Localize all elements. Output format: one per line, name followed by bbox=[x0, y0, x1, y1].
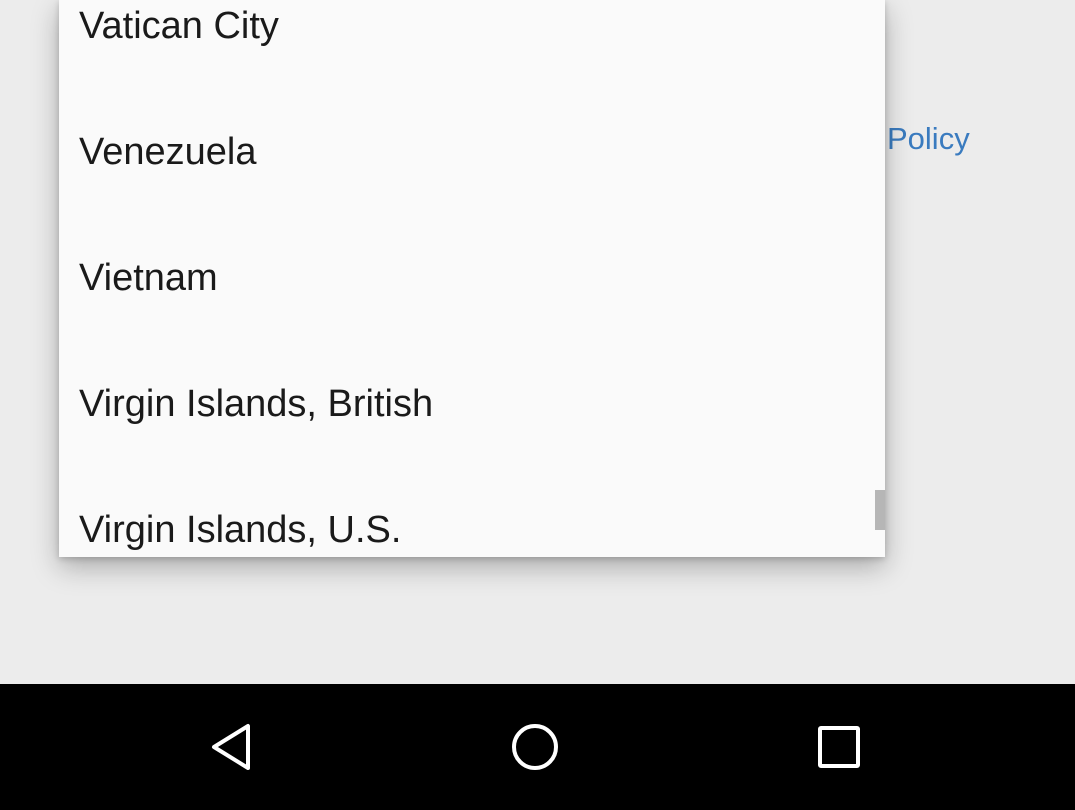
dropdown-item-virgin-islands-british[interactable]: Virgin Islands, British bbox=[59, 341, 859, 467]
triangle-back-icon bbox=[212, 724, 250, 770]
circle-home-icon bbox=[512, 724, 558, 770]
square-recents-icon bbox=[818, 726, 860, 768]
country-dropdown-list[interactable]: Vatican City Venezuela Vietnam Virgin Is… bbox=[59, 0, 885, 557]
dropdown-item-venezuela[interactable]: Venezuela bbox=[59, 89, 859, 215]
system-navigation-bar bbox=[0, 684, 1075, 810]
dropdown-item-virgin-islands-us[interactable]: Virgin Islands, U.S. bbox=[59, 467, 859, 557]
screen: Policy Vatican City Venezuela Vietnam Vi… bbox=[0, 0, 1075, 810]
dropdown-scrollbar-thumb[interactable] bbox=[875, 490, 885, 530]
home-button[interactable] bbox=[475, 684, 595, 810]
policy-link[interactable]: Policy bbox=[887, 121, 970, 157]
back-button[interactable] bbox=[172, 684, 292, 810]
recents-button[interactable] bbox=[779, 684, 899, 810]
dropdown-item-vietnam[interactable]: Vietnam bbox=[59, 215, 859, 341]
dropdown-item-vatican-city[interactable]: Vatican City bbox=[59, 0, 859, 89]
